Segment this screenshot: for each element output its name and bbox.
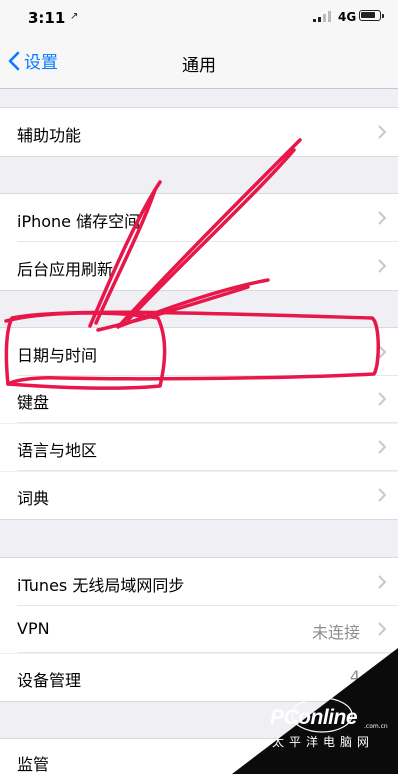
list-item-label: VPN xyxy=(17,619,50,638)
network-type: 4G xyxy=(338,10,357,24)
list-item-background-refresh[interactable]: 后台应用刷新 xyxy=(0,242,398,291)
location-arrow-icon: ↗ xyxy=(70,11,79,22)
list-item-label: 监管 xyxy=(17,755,50,774)
list-item-label: 日期与时间 xyxy=(17,346,98,365)
navigation-bar: 设置 通用 xyxy=(0,36,398,89)
watermark-domain: .com.cn xyxy=(364,723,388,730)
chevron-right-icon xyxy=(378,670,386,684)
list-item-label: 词典 xyxy=(17,489,50,508)
status-time: 3:11 xyxy=(28,9,66,27)
list-item-date-time[interactable]: 日期与时间 xyxy=(0,327,398,376)
row-separator xyxy=(17,422,398,423)
list-item-label: 设备管理 xyxy=(17,671,82,690)
list-item-dictionary[interactable]: 词典 xyxy=(0,472,398,520)
chevron-right-icon xyxy=(378,440,386,454)
list-item-label: 键盘 xyxy=(17,393,50,412)
list-item-itunes-wifi-sync[interactable]: iTunes 无线局域网同步 xyxy=(0,557,398,606)
page-title: 通用 xyxy=(182,56,216,76)
list-item-label: iPhone 储存空间 xyxy=(17,212,141,231)
signal-bars-icon xyxy=(313,11,331,22)
chevron-right-icon xyxy=(378,125,386,139)
chevron-right-icon xyxy=(378,622,386,636)
list-item-accessibility[interactable]: 辅助功能 xyxy=(0,107,398,157)
list-item-label: 后台应用刷新 xyxy=(17,260,114,279)
chevron-right-icon xyxy=(378,259,386,273)
chevron-right-icon xyxy=(378,392,386,406)
battery-icon xyxy=(359,10,384,21)
list-item-label: 语言与地区 xyxy=(17,441,98,460)
vpn-status-value: 未连接 xyxy=(311,623,360,642)
pconline-logo: PConline xyxy=(270,706,358,729)
chevron-right-icon xyxy=(378,575,386,589)
list-item-label: 辅助功能 xyxy=(17,126,82,145)
list-item-label: iTunes 无线局域网同步 xyxy=(17,576,185,595)
list-item-language-region[interactable]: 语言与地区 xyxy=(0,424,398,471)
chevron-right-icon xyxy=(378,345,386,359)
list-item-iphone-storage[interactable]: iPhone 储存空间 xyxy=(0,193,398,242)
status-bar: 3:11 ↗ 4G xyxy=(0,0,398,36)
chevron-right-icon xyxy=(378,211,386,225)
row-separator xyxy=(17,470,398,471)
row-separator xyxy=(17,652,398,653)
watermark-subtitle: 太平洋电脑网 xyxy=(272,735,375,749)
device-management-count: 4 xyxy=(349,667,360,686)
list-item-vpn[interactable]: VPN 未连接 xyxy=(0,606,398,653)
list-item-keyboard[interactable]: 键盘 xyxy=(0,376,398,423)
chevron-right-icon xyxy=(378,488,386,502)
list-item-device-management[interactable]: 设备管理 4 xyxy=(0,654,398,702)
